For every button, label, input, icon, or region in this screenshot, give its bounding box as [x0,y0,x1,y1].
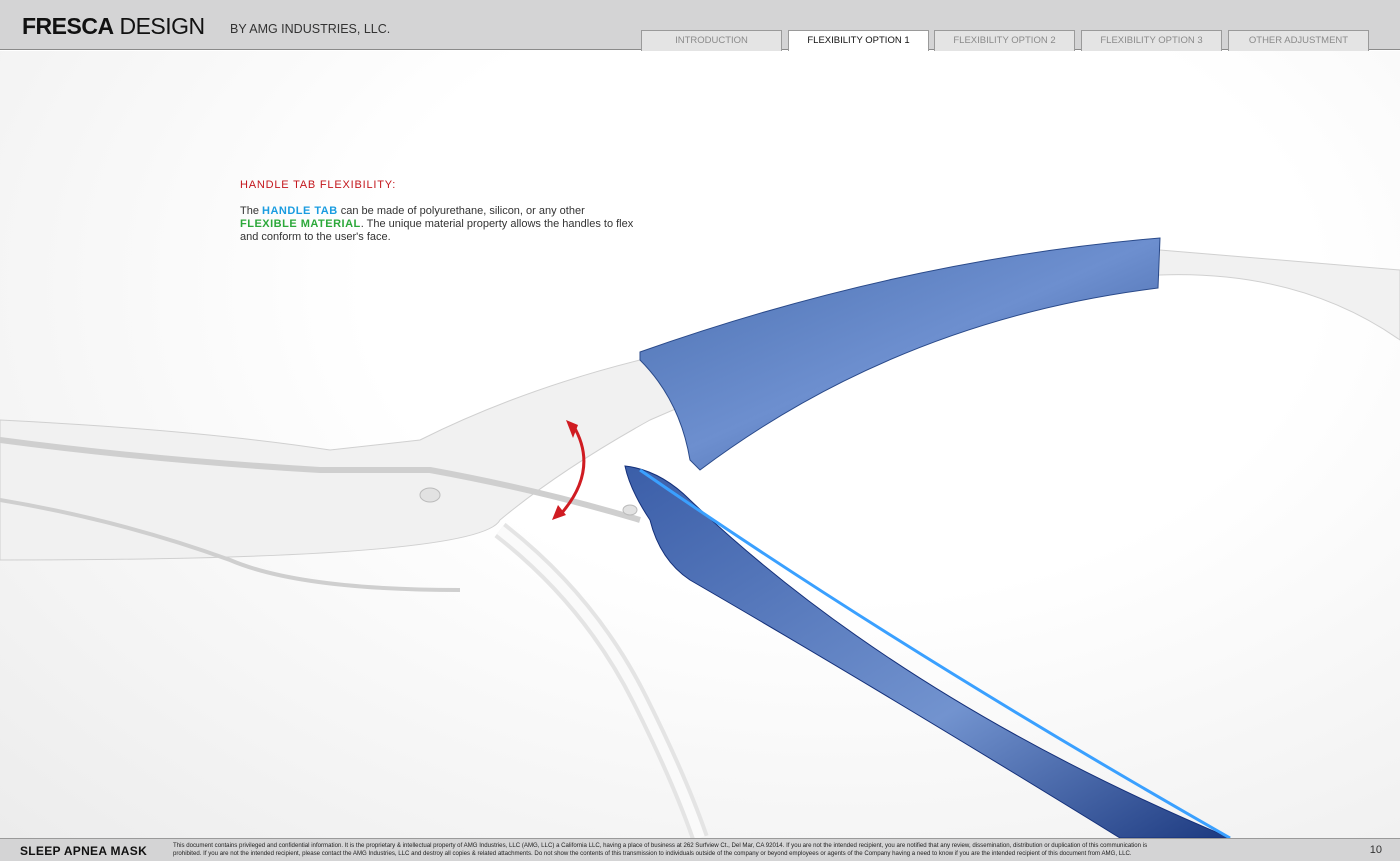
flexible-material-highlight: FLEXIBLE MATERIAL [240,218,361,230]
section-heading: HANDLE TAB FLEXIBILITY: [240,179,397,191]
legal-line-1: This document contains privileged and co… [173,842,1148,849]
description-block: HANDLE TAB FLEXIBILITY: The HANDLE TAB c… [240,179,640,244]
footer-title: SLEEP APNEA MASK [20,844,148,858]
description-text: The HANDLE TAB can be made of polyuretha… [240,205,640,244]
mask-illustration [0,237,1400,838]
product-render [0,51,1400,838]
text-part: The [240,205,263,217]
tab-flexibility-option-3[interactable]: FLEXIBILITY OPTION 3 [1081,30,1222,51]
tab-flexibility-option-2[interactable]: FLEXIBILITY OPTION 2 [934,30,1075,51]
text-part: can be made of polyurethane, silicon, or… [337,205,585,217]
header: FRESCA DESIGN BY AMG INDUSTRIES, LLC. IN… [0,0,1400,52]
tab-introduction[interactable]: INTRODUCTION [641,30,782,51]
page-number: 10 [1369,844,1382,856]
handle-tab-highlight: HANDLE TAB [262,205,338,217]
byline: BY AMG INDUSTRIES, LLC. [230,22,391,36]
legal-line-2: prohibited. If you are not the intended … [173,850,1132,857]
tab-other-adjustment[interactable]: OTHER ADJUSTMENT [1228,30,1369,51]
brand-light: DESIGN [119,13,205,39]
legal-notice: This document contains privileged and co… [173,842,1313,858]
brand-bold: FRESCA [22,13,114,39]
footer: SLEEP APNEA MASK This document contains … [0,838,1400,861]
tab-flexibility-option-1[interactable]: FLEXIBILITY OPTION 1 [788,30,929,52]
brand-logo: FRESCA DESIGN [22,13,205,40]
